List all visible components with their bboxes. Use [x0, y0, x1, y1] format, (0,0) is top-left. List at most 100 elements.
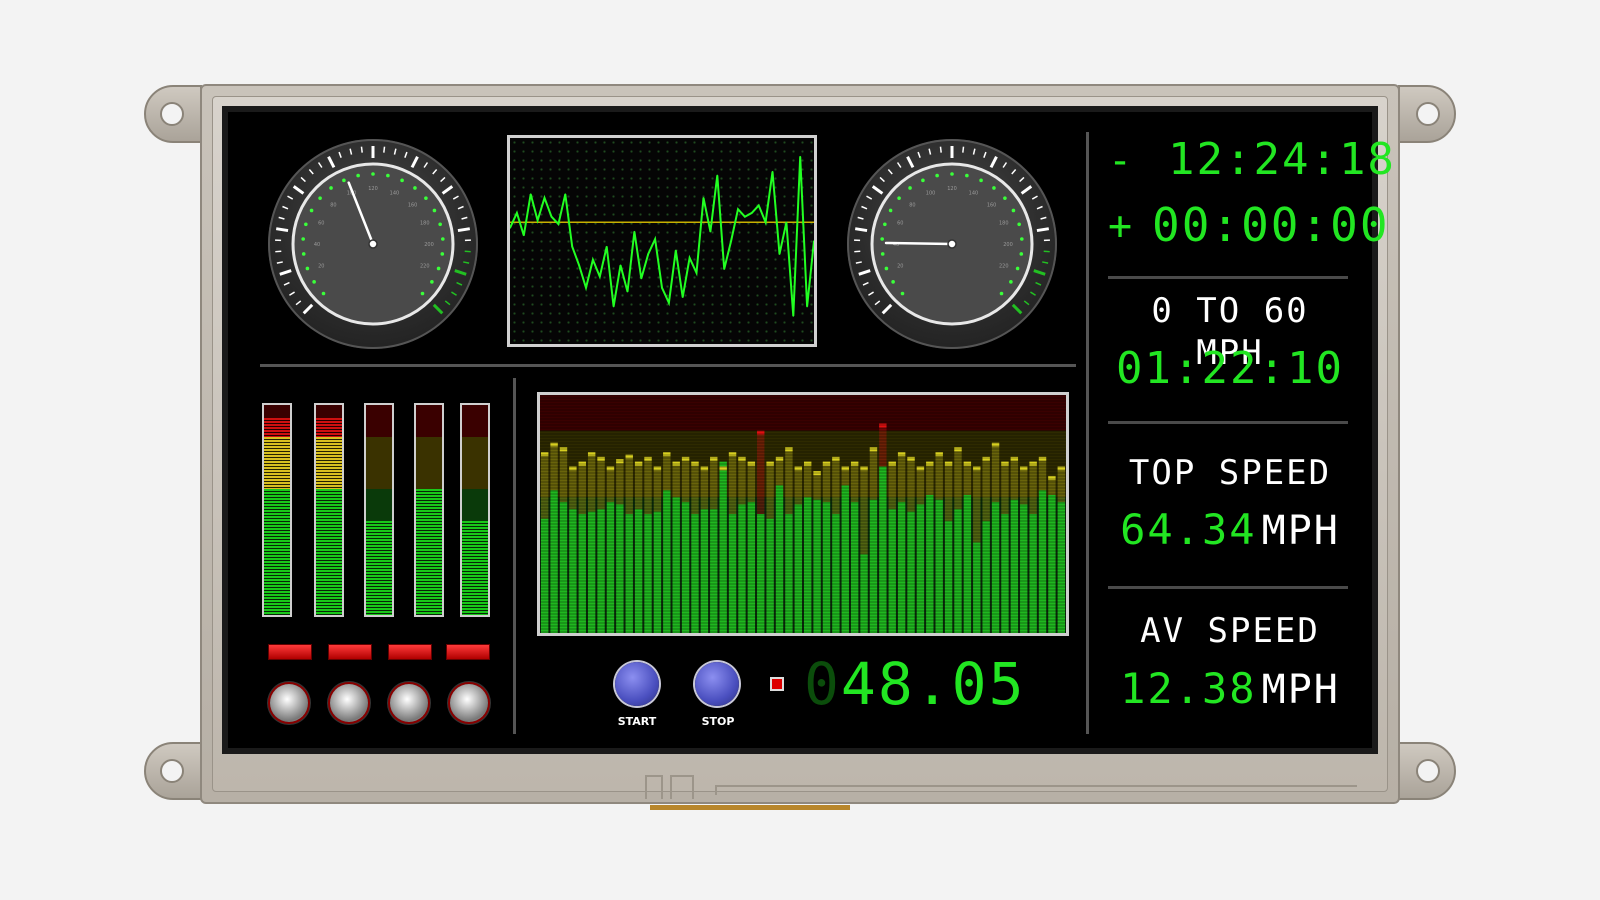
gauge-dot — [329, 186, 333, 190]
gauge-tick-label: 160 — [987, 202, 997, 208]
level-meter-1 — [262, 403, 292, 617]
gauge-tick — [1011, 303, 1023, 315]
signal-point — [516, 212, 518, 214]
gauge-dot — [1017, 222, 1021, 227]
gauge-dot — [950, 172, 954, 176]
spectrum-bar — [719, 461, 727, 633]
signal-point — [564, 193, 567, 195]
gauge-face: 20406080100120140160180200220 — [854, 146, 1050, 326]
top-speed-value: 64.34 — [1120, 505, 1257, 554]
gauge-dot — [908, 186, 912, 190]
spectrum-peak-trail — [644, 456, 652, 514]
spectrum-bar — [973, 542, 981, 633]
signal-point — [681, 296, 684, 298]
spectrum-peak-trail — [907, 456, 915, 512]
start-button[interactable] — [615, 662, 659, 706]
gauge-dot — [321, 291, 326, 296]
spectrum-bar — [1057, 502, 1065, 633]
gauge-dot — [436, 266, 441, 271]
gauge-dot — [992, 186, 996, 190]
gauge-tick — [962, 146, 965, 153]
mount-tab-bottom-right — [1398, 742, 1456, 800]
signal-point — [654, 238, 656, 240]
spectrum-peak-trail — [888, 461, 896, 510]
zero-to-sixty-value: 01:22:10 — [1116, 343, 1344, 394]
gauge-tick — [338, 151, 342, 158]
meter-band — [366, 405, 392, 437]
signal-point — [529, 193, 532, 195]
av-speed-unit: MPH — [1261, 667, 1340, 713]
gauge-tick-label: 180 — [999, 221, 1009, 227]
spectrum-bar — [644, 514, 652, 633]
spectrum-bar — [822, 502, 831, 633]
rotary-knob-3[interactable] — [390, 684, 428, 722]
meter-band — [366, 436, 392, 489]
spectrum-peak-trail — [625, 454, 633, 514]
rotary-knob-4[interactable] — [450, 684, 488, 722]
spectrum-bar — [747, 502, 756, 633]
counter-leading-digit: 0 — [804, 650, 841, 718]
gauge-tick — [432, 303, 444, 315]
gauge-tick — [282, 205, 289, 210]
spectrum-bar — [606, 502, 615, 633]
gauge-tick — [444, 300, 451, 306]
gauge-tick — [289, 291, 295, 296]
spectrum-peak-trail — [597, 456, 605, 510]
signal-point — [605, 245, 608, 248]
spectrum-peak-trail — [879, 423, 887, 467]
line-chart-plot — [509, 155, 815, 317]
gauge-dot — [304, 222, 308, 227]
stop-button[interactable] — [695, 662, 739, 706]
speed-gauge-right: 20 40 60 80 100 120 140 160 180 200 220 — [847, 139, 1057, 349]
gauge-tick-label: 180 — [420, 221, 430, 227]
spectrum-bar — [1001, 514, 1009, 633]
gauge-dot — [880, 252, 885, 256]
gauge-tick-label: 120 — [947, 186, 957, 192]
gauge-tick — [854, 227, 868, 233]
gauge-tick-label: 100 — [926, 190, 936, 196]
rotary-knob-2[interactable] — [330, 684, 368, 722]
gauge-tick — [404, 151, 408, 158]
spectrum-bar — [728, 514, 737, 633]
gauge-tick — [461, 216, 468, 220]
signal-point — [592, 258, 594, 261]
gauge-tick — [410, 156, 419, 169]
spectrum-peak-trail — [634, 461, 643, 510]
spectrum-peak-trail — [982, 456, 990, 522]
spectrum-peak — [738, 456, 746, 461]
signal-point — [723, 268, 725, 270]
meter-fill — [264, 436, 290, 489]
spectrum-bar — [888, 509, 896, 633]
top-speed-label: TOP SPEED — [1128, 453, 1332, 493]
signal-point — [585, 287, 587, 289]
gauge-dot — [979, 178, 983, 183]
gauge-dot — [1009, 280, 1013, 284]
signal-point — [730, 240, 732, 242]
spectrum-peak-trail — [550, 442, 558, 491]
spectrum-bar — [757, 514, 765, 633]
gauge-dot — [935, 173, 939, 178]
signal-series-line — [509, 156, 815, 316]
spectrum-peak-trail — [1020, 466, 1028, 505]
gauge-dot — [342, 178, 346, 183]
signal-point — [695, 272, 698, 274]
signal-point — [771, 170, 774, 173]
gauge-dot — [420, 291, 425, 296]
signal-point — [744, 215, 746, 218]
gauge-tick — [292, 185, 305, 195]
spectrum-bar — [569, 509, 577, 633]
signal-point — [792, 315, 795, 317]
gauge-tick — [454, 269, 467, 276]
spectrum-bar — [597, 509, 605, 633]
gauge-tick-label: 80 — [909, 202, 915, 208]
gauge-tick — [1030, 291, 1036, 296]
av-speed-row: 12.38 MPH — [1110, 664, 1350, 715]
gauge-dot — [883, 222, 887, 227]
rotary-knob-1[interactable] — [270, 684, 308, 722]
elapsed-time: 00:00:00 — [1152, 198, 1390, 252]
spectrum-peak-trail — [916, 466, 925, 505]
gauge-tick — [874, 300, 881, 306]
gauge-tick — [939, 146, 942, 153]
gauge-tick — [276, 261, 283, 264]
signal-point — [557, 223, 560, 225]
